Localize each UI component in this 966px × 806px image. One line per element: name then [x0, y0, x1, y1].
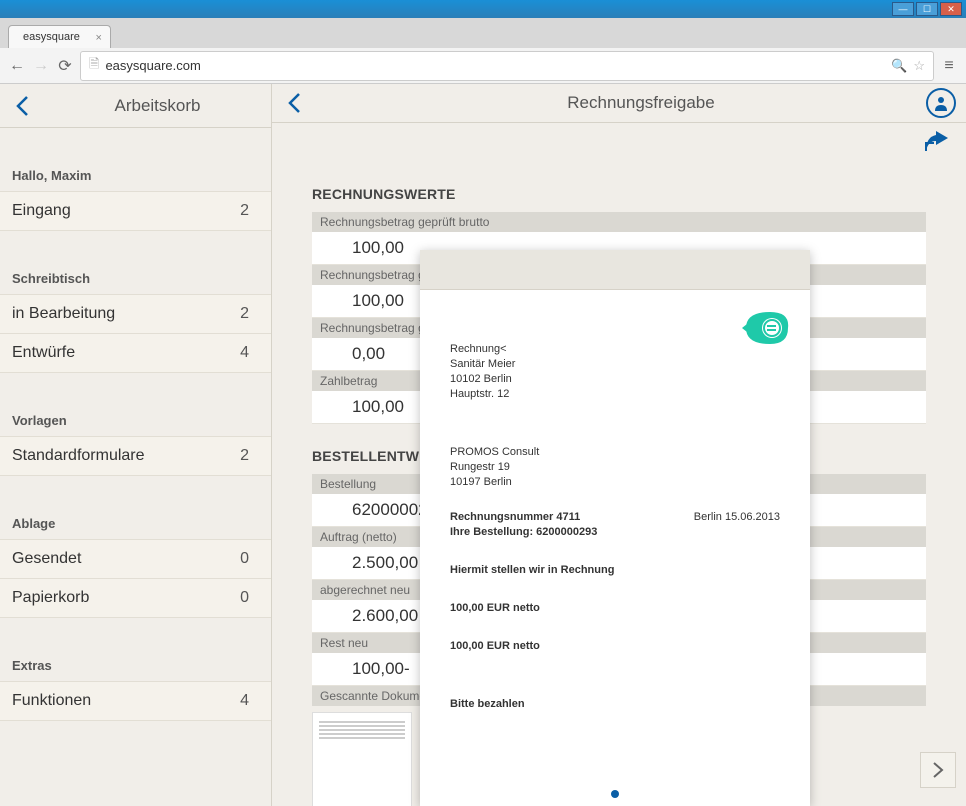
zoom-icon[interactable]: 🔍 [891, 58, 907, 74]
greeting-label: Hallo, Maxim [0, 148, 271, 191]
section-rechnungswerte: RECHNUNGSWERTE [312, 162, 926, 212]
sidebar-item-label: in Bearbeitung [12, 305, 115, 323]
address-bar[interactable]: 🗎 easysquare.com 🔍 ☆ [80, 51, 934, 81]
browser-tabstrip: easysquare × [0, 18, 966, 48]
window-close-button[interactable]: ✕ [940, 2, 962, 16]
profile-icon[interactable] [926, 88, 956, 118]
sidebar-item-label: Gesendet [12, 550, 81, 568]
url-text: easysquare.com [105, 58, 200, 73]
sidebar-item-label: Funktionen [12, 692, 91, 710]
sidebar-title: Arbeitskorb [44, 96, 271, 116]
sidebar-item-label: Standardformulare [12, 447, 145, 465]
doc-amount-line: 100,00 EUR netto [450, 602, 540, 614]
sidebar-item-count: 2 [240, 202, 249, 220]
doc-line: 10197 Berlin [450, 476, 780, 488]
hamburger-icon[interactable]: ≡ [940, 57, 958, 75]
field-label: Rechnungsbetrag geprüft brutto [312, 212, 926, 232]
sidebar-item-count: 4 [240, 344, 249, 362]
section-label-ablage: Ablage [0, 476, 271, 539]
sidebar-item-count: 0 [240, 589, 249, 607]
window-maximize-button[interactable]: ☐ [916, 2, 938, 16]
page-dot-icon[interactable] [611, 790, 619, 798]
doc-line: Rungestr 19 [450, 461, 780, 473]
sidebar-header: Arbeitskorb [0, 84, 271, 128]
document-pager [420, 782, 810, 806]
document-preview-header[interactable] [420, 250, 810, 290]
sidebar-item-standardformulare[interactable]: Standardformulare 2 [0, 436, 271, 476]
section-label-schreibtisch: Schreibtisch [0, 231, 271, 294]
doc-date: Berlin 15.06.2013 [694, 511, 780, 523]
reload-icon[interactable]: ⟳ [56, 57, 74, 75]
euro-logo-icon [740, 310, 790, 340]
document-preview-body: Rechnung< Sanitär Meier 10102 Berlin Hau… [420, 290, 810, 782]
document-thumbnail[interactable] [312, 712, 412, 806]
sidebar-item-papierkorb[interactable]: Papierkorb 0 [0, 579, 271, 618]
browser-toolbar: ← → ⟳ 🗎 easysquare.com 🔍 ☆ ≡ [0, 48, 966, 84]
main-title: Rechnungsfreigabe [316, 93, 966, 113]
document-preview-overlay: Rechnung< Sanitär Meier 10102 Berlin Hau… [420, 250, 810, 806]
sidebar-item-in-bearbeitung[interactable]: in Bearbeitung 2 [0, 294, 271, 334]
sidebar-item-count: 4 [240, 692, 249, 710]
share-icon[interactable] [922, 131, 948, 153]
doc-intro: Hiermit stellen wir in Rechnung [450, 564, 614, 576]
next-button[interactable] [920, 752, 956, 788]
action-bar [272, 123, 966, 162]
sidebar-item-count: 2 [240, 447, 249, 465]
sidebar-item-gesendet[interactable]: Gesendet 0 [0, 539, 271, 579]
main-header: Rechnungsfreigabe [272, 84, 966, 123]
doc-order-ref: Ihre Bestellung: 6200000293 [450, 526, 597, 538]
section-label-extras: Extras [0, 618, 271, 681]
sidebar-item-eingang[interactable]: Eingang 2 [0, 191, 271, 231]
doc-pay: Bitte bezahlen [450, 698, 525, 710]
doc-invoice-number: Rechnungsnummer 4711 [450, 511, 580, 523]
main-back-icon[interactable] [272, 92, 316, 114]
sidebar-item-label: Entwürfe [12, 344, 75, 362]
browser-tab[interactable]: easysquare × [8, 25, 111, 48]
sidebar-body: Hallo, Maxim Eingang 2 Schreibtisch in B… [0, 128, 271, 721]
window-minimize-button[interactable]: — [892, 2, 914, 16]
sidebar-item-count: 2 [240, 305, 249, 323]
doc-amount-line: 100,00 EUR netto [450, 640, 540, 652]
sidebar-item-label: Papierkorb [12, 589, 89, 607]
window-titlebar: — ☐ ✕ [0, 0, 966, 18]
doc-line: PROMOS Consult [450, 446, 780, 458]
section-label-vorlagen: Vorlagen [0, 373, 271, 436]
page-icon: 🗎 [89, 55, 99, 77]
doc-line: Hauptstr. 12 [450, 388, 780, 400]
browser-tab-title: easysquare [23, 31, 80, 43]
sidebar-item-label: Eingang [12, 202, 71, 220]
tab-close-icon[interactable]: × [95, 32, 101, 44]
sidebar: Arbeitskorb Hallo, Maxim Eingang 2 Schre… [0, 84, 272, 806]
bookmark-star-icon[interactable]: ☆ [913, 58, 925, 74]
nav-back-icon[interactable]: ← [8, 57, 26, 75]
doc-line: Sanitär Meier [450, 358, 780, 370]
doc-line: Rechnung< [450, 343, 780, 355]
sidebar-item-funktionen[interactable]: Funktionen 4 [0, 681, 271, 721]
sidebar-item-count: 0 [240, 550, 249, 568]
doc-line: 10102 Berlin [450, 373, 780, 385]
nav-forward-icon[interactable]: → [32, 57, 50, 75]
sidebar-item-entwuerfe[interactable]: Entwürfe 4 [0, 334, 271, 373]
sidebar-back-icon[interactable] [0, 95, 44, 117]
